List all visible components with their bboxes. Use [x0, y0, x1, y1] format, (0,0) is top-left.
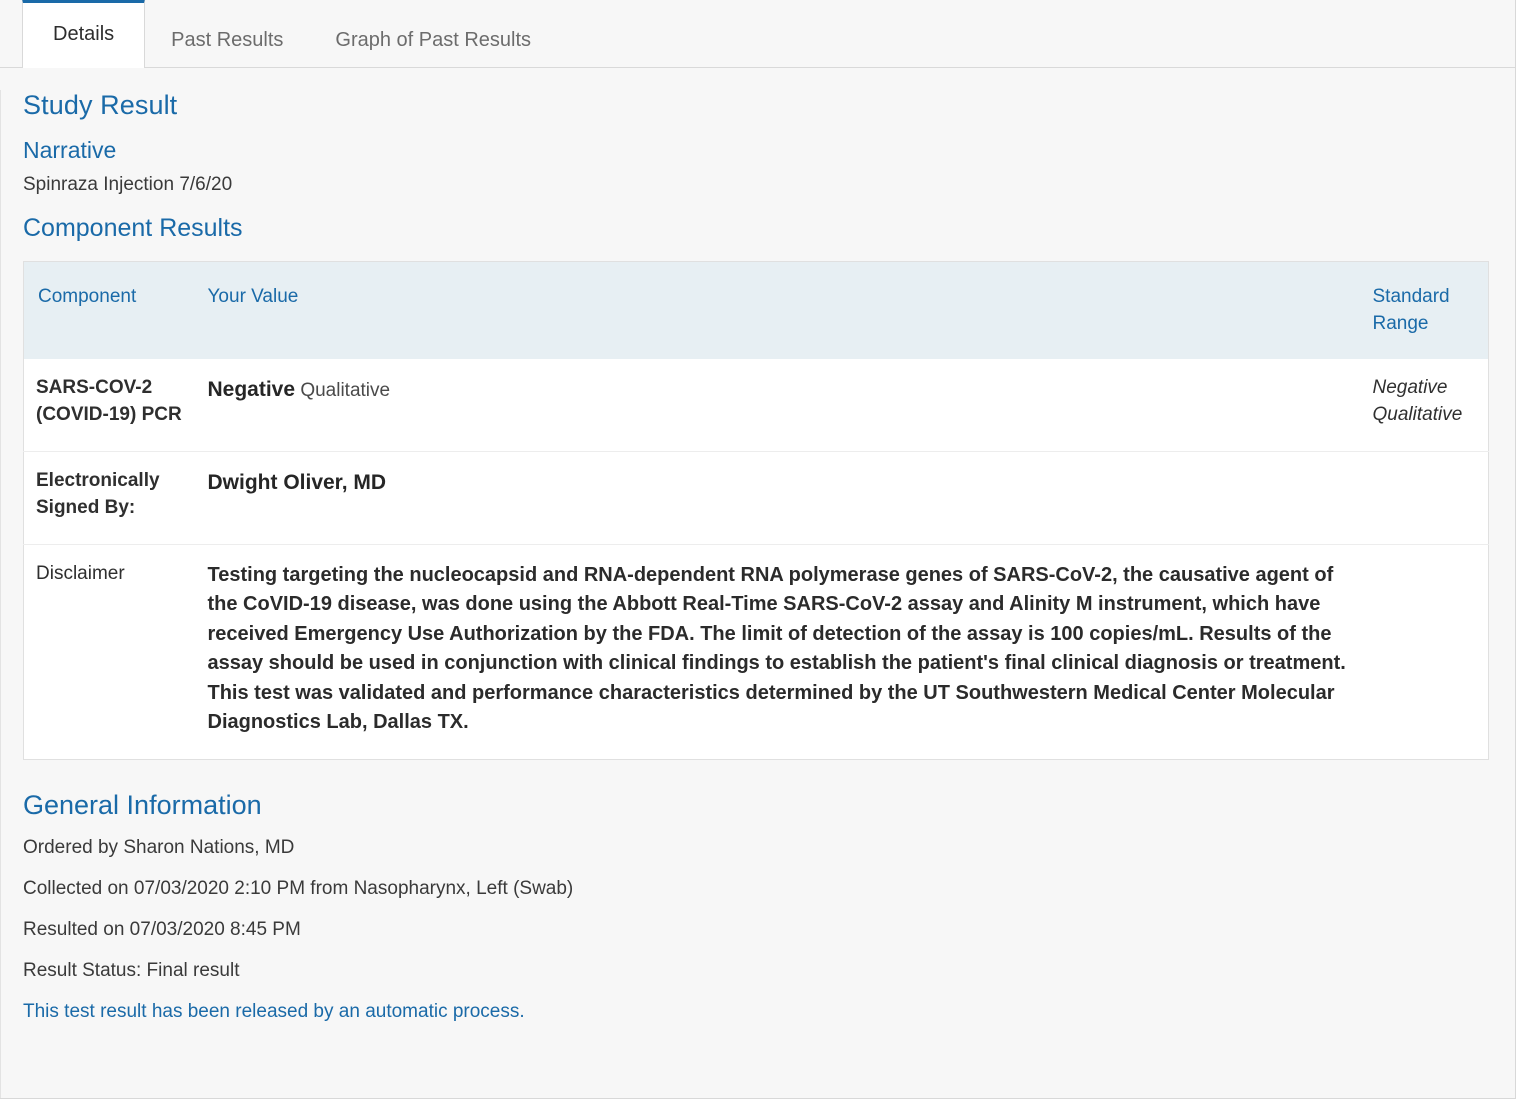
automatic-release-note[interactable]: This test result has been released by an…: [23, 1001, 1493, 1023]
row-value-main: Testing targeting the nucleocapsid and R…: [207, 564, 1346, 734]
row-value: Negative Qualitative: [196, 359, 1361, 451]
collected-on-line: Collected on 07/03/2020 2:10 PM from Nas…: [23, 878, 574, 900]
column-header-standard-range: Standard Range: [1360, 261, 1489, 360]
narrative-text: Spinraza Injection 7/6/20: [23, 174, 233, 195]
row-standard-range: Negative Qualitative: [1372, 377, 1463, 426]
column-header-your-value: Your Value: [195, 261, 1361, 360]
table-row: Electronically Signed By: Dwight Oliver,…: [23, 451, 1489, 545]
row-component-name: Disclaimer: [23, 544, 196, 760]
table-row: SARS-COV-2 (COVID-19) PCR Negative Quali…: [24, 359, 1489, 451]
tab-graph-of-past-results[interactable]: Graph of Past Results: [309, 13, 557, 67]
general-information-title: General Information: [23, 790, 262, 821]
tab-details-label: Details: [53, 23, 115, 45]
ordered-by-line: Ordered by Sharon Nations, MD: [23, 837, 295, 859]
row-standard-range: [1360, 451, 1489, 545]
row-value: Testing targeting the nucleocapsid and R…: [195, 544, 1361, 760]
table-header-row: Component Your Value Standard Range: [23, 261, 1489, 360]
result-details-page: Details Past Results Graph of Past Resul…: [0, 0, 1516, 1099]
row-component-name: SARS-COV-2 (COVID-19) PCR: [36, 377, 182, 426]
component-results-table: Component Your Value Standard Range SARS…: [23, 261, 1489, 761]
row-value-main: Negative: [207, 378, 296, 402]
tab-past-results[interactable]: Past Results: [145, 13, 309, 67]
component-results-heading: Component Results: [23, 214, 243, 242]
tab-past-results-label: Past Results: [171, 29, 284, 51]
table-header: Component Your Value Standard Range: [23, 261, 1489, 360]
resulted-on-line: Resulted on 07/03/2020 8:45 PM: [23, 919, 301, 941]
table-body: SARS-COV-2 (COVID-19) PCR Negative Quali…: [23, 359, 1489, 760]
tab-details[interactable]: Details: [22, 0, 146, 68]
study-result-title: Study Result: [23, 90, 178, 120]
column-header-component: Component: [23, 261, 196, 360]
tab-bar: Details Past Results Graph of Past Resul…: [0, 0, 1515, 68]
row-standard-range: [1360, 544, 1489, 760]
row-value-main: Dwight Oliver, MD: [207, 471, 387, 495]
row-component-name: Electronically Signed By:: [23, 451, 196, 545]
table-row: Disclaimer Testing targeting the nucleoc…: [23, 544, 1489, 760]
row-value: Dwight Oliver, MD: [195, 451, 1361, 545]
result-status-line: Result Status: Final result: [23, 960, 240, 982]
narrative-heading: Narrative: [23, 137, 117, 163]
row-value-unit: Qualitative: [300, 380, 391, 402]
details-panel: Study Result Narrative Spinraza Injectio…: [0, 90, 1515, 1098]
tab-graph-of-past-results-label: Graph of Past Results: [335, 29, 532, 51]
